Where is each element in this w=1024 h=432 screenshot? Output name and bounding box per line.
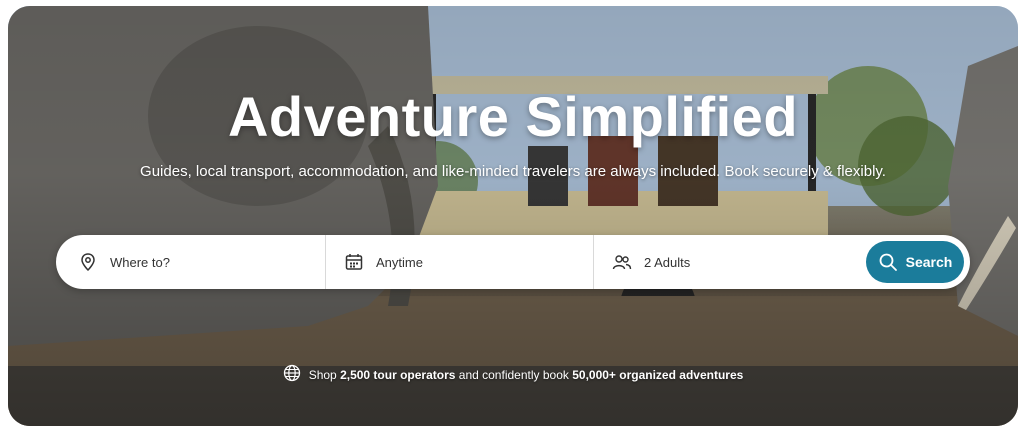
travelers-field[interactable]: 2 Adults bbox=[594, 235, 866, 289]
globe-icon bbox=[283, 364, 301, 385]
date-field[interactable]: Anytime bbox=[326, 235, 594, 289]
destination-placeholder: Where to? bbox=[110, 254, 170, 270]
trust-statement: Shop 2,500 tour operators and confidentl… bbox=[8, 364, 1018, 385]
hero-title: Adventure Simplified bbox=[227, 85, 799, 148]
operators-count: 2,500 tour operators bbox=[340, 367, 456, 382]
trust-prefix: Shop bbox=[308, 367, 337, 382]
search-bar: Where to? Anytime 2 Adults Search bbox=[56, 235, 970, 289]
image-overlay bbox=[8, 6, 1018, 426]
calendar-icon bbox=[344, 252, 364, 272]
search-button-label: Search bbox=[905, 254, 953, 270]
trust-middle: and confidently book bbox=[458, 367, 569, 382]
adventures-count: 50,000+ organized adventures bbox=[572, 367, 744, 382]
search-button[interactable]: Search bbox=[866, 241, 964, 283]
map-pin-icon bbox=[78, 252, 98, 272]
date-value: Anytime bbox=[376, 254, 423, 270]
travelers-value: 2 Adults bbox=[644, 254, 691, 270]
hero-banner: Adventure Simplified Guides, local trans… bbox=[8, 6, 1018, 426]
users-icon bbox=[612, 252, 632, 272]
search-icon bbox=[878, 252, 898, 272]
hero-subtitle: Guides, local transport, accommodation, … bbox=[140, 163, 886, 180]
destination-field[interactable]: Where to? bbox=[56, 235, 326, 289]
